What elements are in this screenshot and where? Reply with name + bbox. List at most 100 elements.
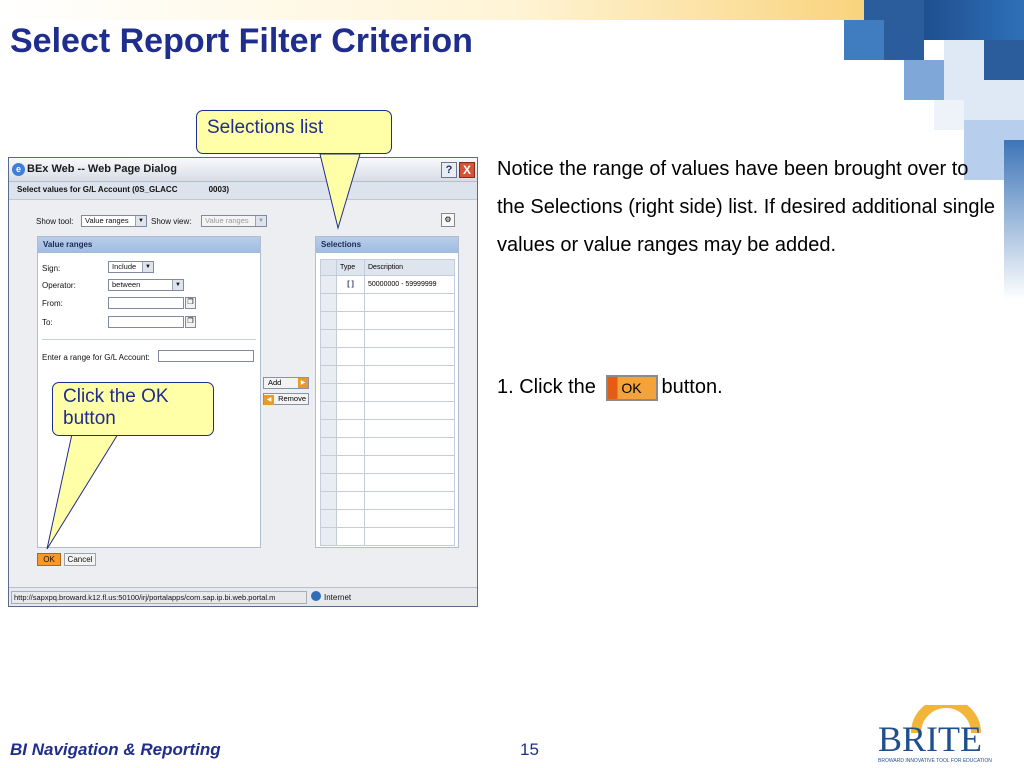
to-label: To: xyxy=(42,318,53,327)
type-cell xyxy=(336,419,365,438)
type-cell xyxy=(336,383,365,402)
show-tool-select[interactable]: Value ranges ▼ xyxy=(81,215,147,227)
brite-logo: BRITE BROWARD INNOVATIVE TOOL FOR EDUCAT… xyxy=(872,698,1022,765)
description-cell xyxy=(364,509,455,528)
operator-value: between xyxy=(112,280,141,289)
remove-button[interactable]: ◀ Remove xyxy=(263,393,309,405)
table-row[interactable] xyxy=(320,527,455,546)
cancel-button[interactable]: Cancel xyxy=(64,553,96,566)
description-cell xyxy=(364,365,455,384)
page-number: 15 xyxy=(520,740,539,759)
sign-label: Sign: xyxy=(42,264,61,273)
type-cell xyxy=(336,401,365,420)
row-selector[interactable] xyxy=(320,311,337,330)
type-cell xyxy=(336,365,365,384)
table-row[interactable] xyxy=(320,365,455,384)
type-cell xyxy=(336,347,365,366)
row-selector[interactable] xyxy=(320,365,337,384)
row-selector[interactable] xyxy=(320,491,337,510)
table-row[interactable]: [ ] 50000000 - 59999999 xyxy=(320,275,455,294)
row-selector[interactable] xyxy=(320,401,337,420)
to-input[interactable]: ❐ xyxy=(108,316,196,328)
step-instruction: 1. Click the OK button. xyxy=(497,370,723,404)
table-row[interactable] xyxy=(320,419,455,438)
table-row[interactable] xyxy=(320,311,455,330)
step-ok-image: OK xyxy=(605,374,658,401)
row-selector[interactable] xyxy=(320,437,337,456)
add-label: Add xyxy=(268,378,282,387)
description-cell xyxy=(364,401,455,420)
remove-label: Remove xyxy=(278,394,307,403)
show-tool-label: Show tool: xyxy=(36,217,74,226)
ok-callout-text: Click the OK button xyxy=(63,386,169,429)
row-selector[interactable] xyxy=(320,293,337,312)
chevron-down-icon: ▼ xyxy=(255,216,266,226)
table-row[interactable] xyxy=(320,473,455,492)
operator-label: Operator: xyxy=(42,281,76,290)
table-row[interactable] xyxy=(320,491,455,510)
from-input[interactable]: ❐ xyxy=(108,297,196,309)
chevron-down-icon: ▼ xyxy=(135,216,146,226)
type-cell xyxy=(336,509,365,528)
description-cell xyxy=(364,383,455,402)
table-row[interactable] xyxy=(320,437,455,456)
table-row[interactable] xyxy=(320,347,455,366)
row-selector[interactable] xyxy=(320,347,337,366)
logo-text: BRITE xyxy=(878,719,982,759)
description-cell xyxy=(364,419,455,438)
subheader-text: Select values for G/L Account (0S_GLACC … xyxy=(17,185,230,194)
row-selector[interactable] xyxy=(320,455,337,474)
show-view-label: Show view: xyxy=(151,217,192,226)
selections-table: Type Description [ ] 50000000 - 59999999 xyxy=(320,259,455,546)
description-cell xyxy=(364,437,455,456)
show-view-select[interactable]: Value ranges ▼ xyxy=(201,215,267,227)
ok-button[interactable]: OK xyxy=(37,553,61,566)
description-cell xyxy=(364,311,455,330)
close-button[interactable]: X xyxy=(459,162,475,178)
ie-icon: e xyxy=(12,163,25,176)
value-ranges-header: Value ranges xyxy=(38,237,260,253)
type-cell: [ ] xyxy=(336,275,365,294)
description-cell xyxy=(364,491,455,510)
help-button[interactable]: ? xyxy=(441,162,457,178)
description-cell xyxy=(364,329,455,348)
table-row[interactable] xyxy=(320,401,455,420)
step-suffix: button. xyxy=(661,376,723,398)
row-selector[interactable] xyxy=(320,473,337,492)
enter-range-input[interactable] xyxy=(158,350,254,362)
row-selector[interactable] xyxy=(320,383,337,402)
dialog-subheader: Select values for G/L Account (0S_GLACC … xyxy=(9,182,477,200)
status-zone: Internet xyxy=(311,591,351,603)
type-cell xyxy=(336,473,365,492)
row-selector[interactable] xyxy=(320,275,337,294)
table-row[interactable] xyxy=(320,509,455,528)
row-selector[interactable] xyxy=(320,329,337,348)
add-button[interactable]: Add ▶ xyxy=(263,377,309,389)
status-bar: http://sapxpq.broward.k12.fl.us:50100/ir… xyxy=(9,587,477,606)
sign-select[interactable]: Include ▼ xyxy=(108,261,154,273)
row-selector[interactable] xyxy=(320,509,337,528)
row-selector[interactable] xyxy=(320,527,337,546)
settings-icon[interactable]: ⚙ xyxy=(441,213,455,227)
notice-text: Notice the range of values have been bro… xyxy=(497,158,996,256)
table-row[interactable] xyxy=(320,329,455,348)
brite-logo-art: BRITE BROWARD INNOVATIVE TOOL FOR EDUCAT… xyxy=(878,698,992,764)
type-cell xyxy=(336,455,365,474)
type-cell xyxy=(336,437,365,456)
type-cell xyxy=(336,293,365,312)
chevron-down-icon: ▼ xyxy=(172,280,183,290)
table-row[interactable] xyxy=(320,383,455,402)
type-cell xyxy=(336,491,365,510)
value-picker-icon[interactable]: ❐ xyxy=(185,297,196,309)
show-view-value: Value ranges xyxy=(205,216,249,225)
table-row[interactable] xyxy=(320,293,455,312)
sign-value: Include xyxy=(112,262,137,271)
enter-range-label: Enter a range for G/L Account: xyxy=(42,353,150,362)
row-selector[interactable] xyxy=(320,419,337,438)
value-picker-icon[interactable]: ❐ xyxy=(185,316,196,328)
table-row[interactable] xyxy=(320,455,455,474)
slide-title: Select Report Filter Criterion xyxy=(10,22,473,60)
chevron-down-icon: ▼ xyxy=(142,262,153,272)
dialog-title-bar[interactable]: e BEx Web -- Web Page Dialog ? X xyxy=(9,158,477,182)
operator-select[interactable]: between ▼ xyxy=(108,279,184,291)
